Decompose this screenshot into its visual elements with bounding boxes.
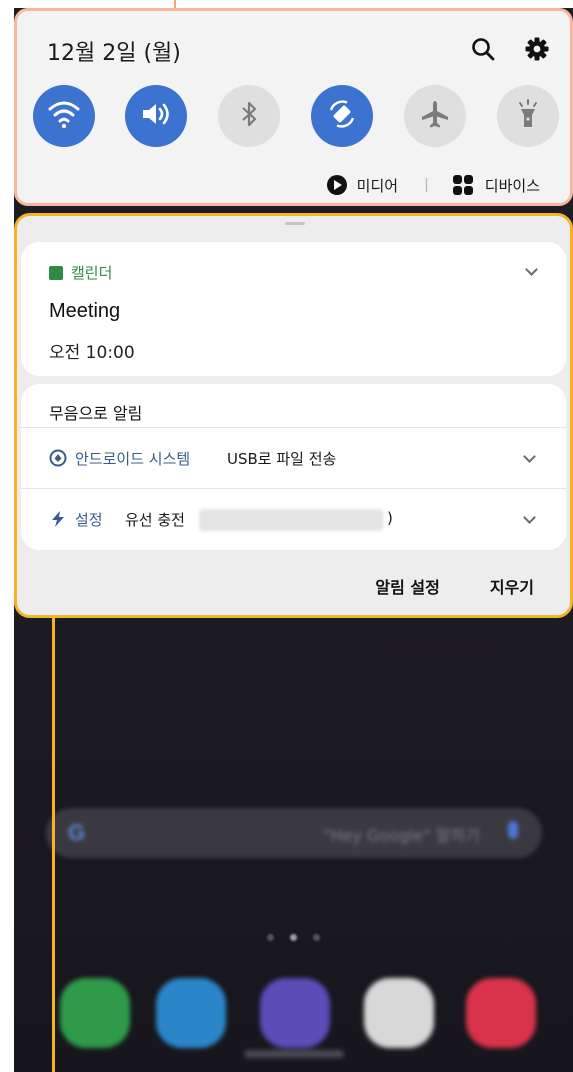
- home-page-dot: [290, 934, 297, 941]
- mic-icon[interactable]: [508, 821, 518, 839]
- airplane-icon: [419, 98, 451, 134]
- bluetooth-icon: [234, 99, 264, 133]
- page-dot: [267, 934, 274, 941]
- phone-app-icon[interactable]: [60, 978, 130, 1048]
- search-icon[interactable]: [469, 35, 497, 63]
- phone-screen: G "Hey Google" 말하기 12월 2일 (월) 미디어 | 디바이스…: [14, 8, 573, 1072]
- dock-label: [244, 1050, 344, 1058]
- page-dot: [313, 934, 320, 941]
- home-screen: G "Hey Google" 말하기: [14, 608, 573, 1072]
- notification-settings-button[interactable]: 알림 설정: [375, 574, 439, 598]
- devices-icon: [452, 175, 473, 195]
- chevron-down-icon[interactable]: [523, 450, 536, 463]
- wifi-icon: [47, 99, 81, 133]
- flashlight-toggle[interactable]: [497, 85, 559, 147]
- camera-app-icon[interactable]: [466, 978, 536, 1048]
- notification-text: 유선 충전: [125, 511, 185, 529]
- callout-line-bottom: [52, 616, 55, 1072]
- notification-title: Meeting: [49, 300, 121, 322]
- media-button[interactable]: 미디어: [357, 175, 398, 196]
- wifi-toggle[interactable]: [33, 85, 95, 147]
- browser-app-icon[interactable]: [260, 978, 330, 1048]
- charging-notification[interactable]: 설정 유선 충전 ): [21, 488, 566, 550]
- notification-app-name: 캘린더: [71, 264, 113, 282]
- chevron-down-icon[interactable]: [525, 263, 538, 276]
- section-title: 무음으로 알림: [49, 404, 143, 423]
- google-logo-icon: G: [68, 820, 86, 845]
- devices-button[interactable]: 디바이스: [485, 175, 540, 196]
- google-search-bar[interactable]: G "Hey Google" 말하기: [46, 808, 542, 858]
- media-play-icon: [326, 175, 347, 195]
- lightning-icon: [49, 510, 67, 528]
- android-system-icon: [49, 449, 67, 467]
- volume-icon: [139, 99, 173, 133]
- notification-app-name: 안드로이드 시스템: [75, 450, 191, 468]
- gear-icon[interactable]: [523, 35, 551, 63]
- search-hint: "Hey Google" 말하기: [323, 826, 480, 845]
- airplane-mode-toggle[interactable]: [404, 85, 466, 147]
- app-dock: [14, 978, 573, 1058]
- calendar-notification[interactable]: 캘린더 Meeting 오전 10:00: [21, 242, 566, 376]
- media-device-links: 미디어 | 디바이스: [326, 172, 540, 198]
- messages-app-icon[interactable]: [156, 978, 226, 1048]
- notification-text: USB로 파일 전송: [227, 450, 337, 468]
- sound-toggle[interactable]: [125, 85, 187, 147]
- divider: |: [424, 177, 429, 193]
- page-indicator: [14, 926, 573, 945]
- notification-actions: 알림 설정 지우기: [325, 574, 534, 598]
- notification-time: 오전 10:00: [49, 343, 135, 363]
- redacted-text: [199, 509, 383, 531]
- notification-text-suffix: ): [387, 509, 393, 527]
- date-label: 12월 2일 (월): [47, 41, 181, 66]
- auto-rotate-toggle[interactable]: [311, 85, 373, 147]
- panel-drag-handle[interactable]: [285, 222, 305, 225]
- notification-app-name: 설정: [75, 511, 103, 529]
- clear-all-button[interactable]: 지우기: [490, 574, 534, 598]
- rotate-icon: [325, 97, 359, 135]
- flashlight-icon: [513, 98, 543, 134]
- quick-settings-panel: 12월 2일 (월) 미디어 | 디바이스: [14, 8, 573, 206]
- play-store-app-icon[interactable]: [364, 978, 434, 1048]
- android-system-notification[interactable]: 안드로이드 시스템 USB로 파일 전송: [21, 427, 566, 489]
- silent-notifications-group: 무음으로 알림 안드로이드 시스템 USB로 파일 전송 설정 유선 충전 ): [21, 384, 566, 550]
- calendar-icon: [49, 266, 63, 280]
- notification-panel: 캘린더 Meeting 오전 10:00 무음으로 알림 안드로이드 시스템 U…: [14, 213, 573, 618]
- bluetooth-toggle[interactable]: [218, 85, 280, 147]
- chevron-down-icon[interactable]: [523, 511, 536, 524]
